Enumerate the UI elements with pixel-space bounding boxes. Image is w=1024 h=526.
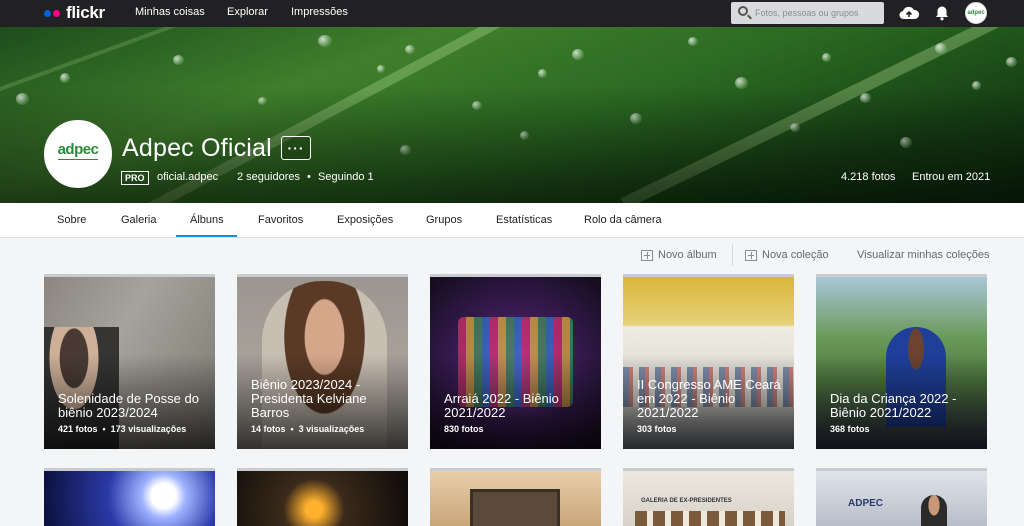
album-photo-count: 421 fotos [58, 424, 98, 434]
album-title: Biênio 2023/2024 - Presidenta Kelviane B… [251, 377, 367, 420]
adpec-sign: ADPEC [848, 498, 884, 509]
album-title: Arraiá 2022 - Biênio 2021/2022 [444, 391, 559, 420]
album-stats: 830 fotos [444, 424, 484, 434]
album-card[interactable]: ADPEC [816, 468, 987, 526]
profile-avatar[interactable]: adpec [44, 120, 112, 188]
water-drop [688, 37, 698, 46]
gallery-sign: GALERIA DE EX-PRESIDENTES [641, 498, 732, 504]
tab-exhibitions[interactable]: Exposições [337, 214, 393, 226]
upload-icon[interactable] [898, 4, 920, 27]
top-navigation-bar: flickr Minhas coisas Explorar Impressões… [0, 0, 1024, 27]
notifications-bell-icon[interactable] [934, 5, 950, 26]
album-card[interactable]: GALERIA DE EX-PRESIDENTES [623, 468, 794, 526]
tab-groups[interactable]: Grupos [426, 214, 462, 226]
album-cover-image [816, 471, 987, 526]
tab-camera-roll[interactable]: Rolo da câmera [584, 214, 662, 226]
logo-pink-dot [53, 9, 60, 17]
person-figure [921, 495, 947, 526]
profile-username: oficial.adpec [157, 171, 219, 183]
search-box[interactable] [731, 2, 884, 24]
album-photo-count: 830 fotos [444, 424, 484, 434]
water-drop [377, 65, 385, 73]
album-view-count: 173 visualizações [110, 424, 187, 434]
profile-name: Adpec Oficial [122, 134, 272, 162]
album-cover-image [44, 471, 215, 526]
water-drop [405, 45, 415, 54]
search-icon [738, 6, 748, 16]
album-cover-image [237, 471, 408, 526]
tab-albums[interactable]: Álbuns [190, 214, 224, 226]
new-collection-button[interactable]: Nova coleção [745, 249, 829, 261]
album-title: Dia da Criança 2022 - Biênio 2021/2022 [830, 391, 957, 420]
meta-separator-dot: • [307, 171, 311, 183]
album-view-count: 3 visualizações [298, 424, 365, 434]
water-drop [538, 69, 547, 78]
view-collections-link[interactable]: Visualizar minhas coleções [857, 249, 989, 261]
album-card[interactable]: Solenidade de Posse do biênio 2023/2024 … [44, 274, 215, 449]
profile-avatar-underline [58, 159, 98, 167]
user-avatar-text: adpec [967, 10, 985, 16]
nav-my-stuff[interactable]: Minhas coisas [135, 6, 205, 18]
active-tab-indicator [176, 235, 237, 237]
tab-stats[interactable]: Estatísticas [496, 214, 552, 226]
nav-explore[interactable]: Explorar [227, 6, 268, 18]
logo-text: flickr [66, 3, 105, 22]
album-card[interactable] [237, 468, 408, 526]
add-album-icon [641, 249, 653, 261]
album-stats: 14 fotos • 3 visualizações [251, 424, 365, 434]
following-link[interactable]: Seguindo 1 [318, 171, 374, 183]
logo-blue-dot [44, 9, 51, 17]
framed-picture [470, 489, 560, 526]
search-input[interactable] [755, 5, 880, 21]
album-card[interactable]: Arraiá 2022 - Biênio 2021/2022 830 fotos [430, 274, 601, 449]
more-options-button[interactable]: ··· [281, 136, 311, 160]
joined-date: Entrou em 2021 [912, 171, 991, 183]
water-drop [935, 43, 947, 54]
pro-badge: PRO [121, 171, 149, 185]
water-drop [822, 53, 831, 62]
tab-about[interactable]: Sobre [57, 214, 86, 226]
album-photo-count: 368 fotos [830, 424, 870, 434]
tab-gallery[interactable]: Galeria [121, 214, 156, 226]
water-drop [572, 49, 584, 60]
album-title: II Congresso AME Ceará em 2022 - Biênio … [637, 377, 781, 420]
album-stats: 303 fotos [637, 424, 677, 434]
actions-divider [732, 244, 733, 266]
album-card[interactable] [44, 468, 215, 526]
profile-tabs: Sobre Galeria Álbuns Favoritos Exposiçõe… [0, 203, 1024, 238]
photo-count: 4.218 fotos [841, 171, 896, 183]
album-photo-count: 14 fotos [251, 424, 286, 434]
nav-prints[interactable]: Impressões [291, 6, 348, 18]
water-drop [60, 73, 70, 83]
album-title: Solenidade de Posse do biênio 2023/2024 [58, 391, 199, 420]
album-stats: 368 fotos [830, 424, 870, 434]
new-album-button[interactable]: Novo álbum [641, 249, 717, 261]
album-card[interactable]: Dia da Criança 2022 - Biênio 2021/2022 3… [816, 274, 987, 449]
user-avatar[interactable]: adpec [965, 2, 987, 24]
water-drop [173, 55, 184, 65]
followers-link[interactable]: 2 seguidores [237, 171, 300, 183]
tab-favorites[interactable]: Favoritos [258, 214, 303, 226]
album-card[interactable]: II Congresso AME Ceará em 2022 - Biênio … [623, 274, 794, 449]
new-album-label: Novo álbum [658, 249, 717, 261]
album-card[interactable] [430, 468, 601, 526]
flickr-logo[interactable]: flickr [44, 3, 105, 22]
water-drop [318, 35, 332, 47]
add-collection-icon [745, 249, 757, 261]
album-photo-count: 303 fotos [637, 424, 677, 434]
new-collection-label: Nova coleção [762, 249, 829, 261]
album-card[interactable]: Biênio 2023/2024 - Presidenta Kelviane B… [237, 274, 408, 449]
portrait-frames [635, 511, 785, 526]
water-drop [1006, 57, 1017, 67]
album-stats: 421 fotos • 173 visualizações [58, 424, 187, 434]
profile-avatar-text: adpec [57, 141, 99, 158]
